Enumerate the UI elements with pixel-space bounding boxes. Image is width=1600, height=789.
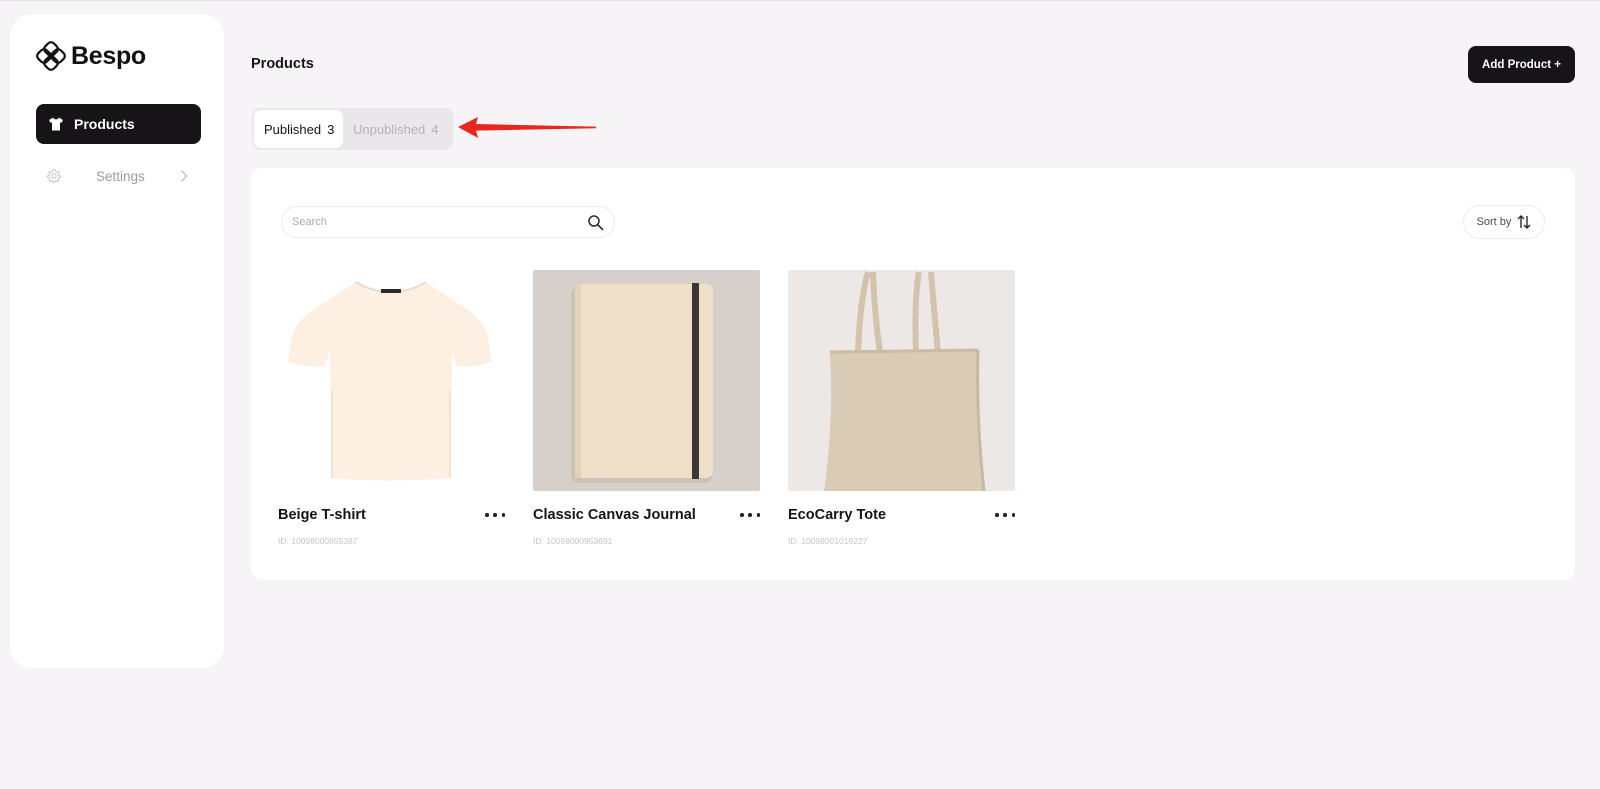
search-icon[interactable] — [587, 214, 604, 231]
tab-count: 3 — [327, 121, 335, 137]
page-title: Products — [251, 56, 314, 72]
product-card[interactable]: EcoCarry Tote ID: 10098001019227 — [788, 270, 1015, 546]
annotation-arrow-icon — [458, 117, 596, 138]
product-id: ID: 10098000953691 — [533, 536, 613, 546]
tab-count: 4 — [431, 121, 439, 137]
tab-label: Published — [264, 121, 322, 137]
more-options-icon[interactable] — [485, 510, 505, 520]
journal-image[interactable] — [533, 270, 760, 491]
product-card[interactable]: Classic Canvas Journal ID: 1009800095369… — [533, 270, 760, 546]
product-card[interactable]: Beige T-shirt ID: 10098000855387 — [278, 270, 505, 546]
product-name[interactable]: Beige T-shirt — [278, 507, 366, 523]
more-options-icon[interactable] — [740, 510, 760, 520]
tab-label: Unpublished — [353, 121, 426, 137]
bespo-logo-icon — [36, 41, 66, 71]
search-field[interactable] — [281, 206, 615, 238]
tote-bag-image[interactable] — [788, 270, 1015, 491]
sort-button[interactable]: Sort by — [1463, 205, 1545, 239]
sidebar-item-label: Products — [74, 116, 135, 132]
sort-label: Sort by — [1476, 216, 1512, 228]
tab-published[interactable]: Published 3 — [254, 110, 343, 148]
products-panel: Sort by Beige T-shirt ID: 10098000855387 — [251, 168, 1575, 580]
product-id: ID: 10098001019227 — [788, 536, 868, 546]
product-name[interactable]: Classic Canvas Journal — [533, 507, 696, 523]
sidebar-item-settings[interactable]: Settings — [36, 158, 201, 194]
sidebar-item-label: Settings — [96, 168, 145, 184]
chevron-right-icon — [180, 170, 188, 182]
add-product-button[interactable]: Add Product + — [1468, 46, 1575, 83]
brand-name: Bespo — [71, 41, 146, 70]
tab-unpublished[interactable]: Unpublished 4 — [343, 110, 449, 148]
more-options-icon[interactable] — [995, 510, 1015, 520]
tshirt-image[interactable] — [278, 270, 505, 491]
publish-status-tabs: Published 3 Unpublished 4 — [252, 108, 453, 150]
search-input[interactable] — [292, 216, 587, 228]
brand-logo[interactable]: Bespo — [35, 40, 146, 72]
sidebar: Bespo Products Settings — [10, 14, 224, 668]
sort-arrows-icon — [1517, 215, 1531, 229]
product-id: ID: 10098000855387 — [278, 536, 358, 546]
sidebar-item-products[interactable]: Products — [36, 104, 201, 144]
gear-icon — [46, 168, 62, 184]
tshirt-icon — [49, 117, 63, 131]
product-name[interactable]: EcoCarry Tote — [788, 507, 886, 523]
